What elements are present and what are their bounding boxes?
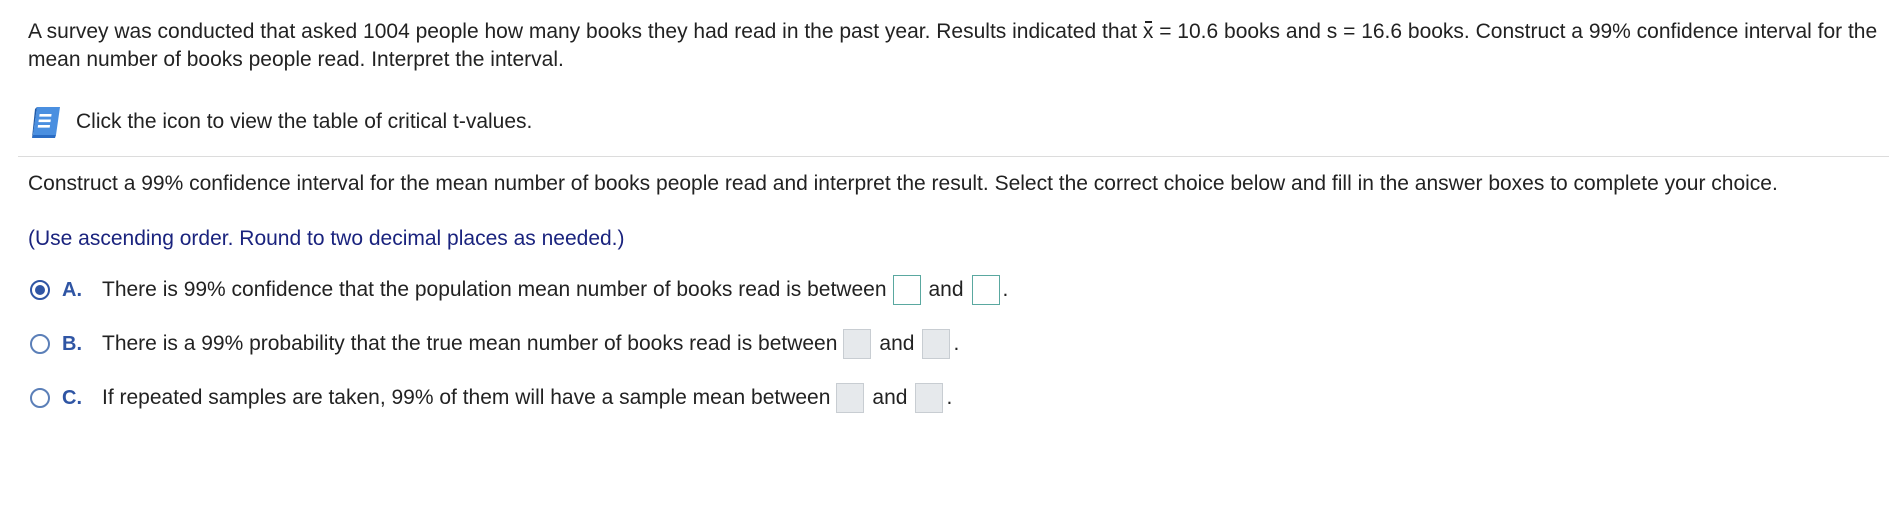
- choice-c-letter: C.: [62, 386, 82, 409]
- choice-c-period: .: [946, 386, 953, 409]
- question-instruction: (Use ascending order. Round to two decim…: [28, 227, 625, 250]
- choice-a-upper-input[interactable]: [971, 275, 1000, 305]
- choice-b-letter: B.: [62, 332, 82, 355]
- choice-a-text: There is 99% confidence that the populat…: [102, 278, 887, 301]
- choice-b[interactable]: B. There is a 99% probability that the t…: [30, 326, 959, 362]
- page: A survey was conducted that asked 1004 p…: [0, 0, 1889, 508]
- problem-statement: A survey was conducted that asked 1004 p…: [28, 18, 1878, 74]
- choice-c-upper-input[interactable]: [915, 383, 944, 413]
- section-divider: [18, 156, 1889, 157]
- choice-b-lower-input[interactable]: [843, 329, 872, 359]
- choice-b-period: .: [953, 332, 960, 355]
- choice-a-and: and: [928, 278, 964, 301]
- choice-b-radio[interactable]: [30, 334, 50, 354]
- book-icon[interactable]: [30, 104, 64, 140]
- choice-a-radio[interactable]: [30, 280, 50, 300]
- x-bar-symbol: x: [1143, 18, 1154, 46]
- choice-a-letter: A.: [62, 278, 82, 301]
- choice-c[interactable]: C. If repeated samples are taken, 99% of…: [30, 380, 952, 416]
- choice-b-and: and: [879, 332, 915, 355]
- problem-text-part-1: A survey was conducted that asked 1004 p…: [28, 20, 1143, 43]
- t-table-hint[interactable]: Click the icon to view the table of crit…: [30, 104, 532, 140]
- choice-a-period: .: [1002, 278, 1009, 301]
- question-text: Construct a 99% confidence interval for …: [28, 172, 1778, 195]
- choice-b-upper-input[interactable]: [922, 329, 951, 359]
- choice-a[interactable]: A. There is 99% confidence that the popu…: [30, 272, 1008, 308]
- choice-a-lower-input[interactable]: [892, 275, 921, 305]
- choice-b-text: There is a 99% probability that the true…: [102, 332, 838, 355]
- hint-label[interactable]: Click the icon to view the table of crit…: [76, 110, 532, 134]
- choice-c-lower-input[interactable]: [836, 383, 865, 413]
- choice-c-radio[interactable]: [30, 388, 50, 408]
- choice-c-and: and: [872, 386, 908, 409]
- choice-c-text: If repeated samples are taken, 99% of th…: [102, 386, 831, 409]
